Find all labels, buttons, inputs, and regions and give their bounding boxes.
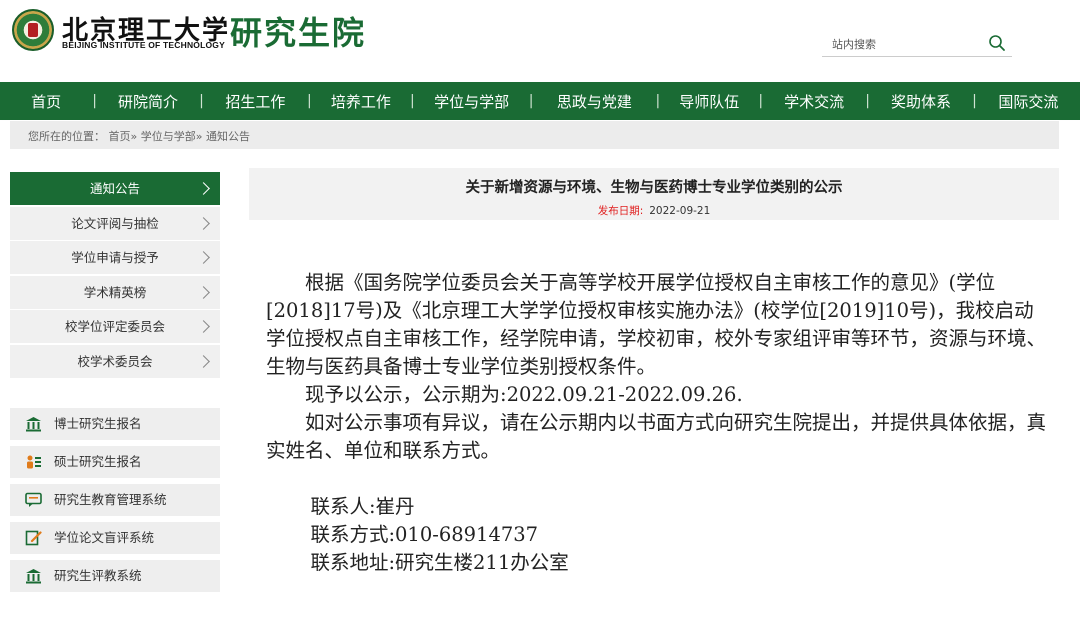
nav-item-academic-exchange[interactable]: 学术交流 — [763, 91, 865, 112]
sidebar-item-label: 学位申请与授予 — [71, 250, 159, 265]
sidebar-item-academic-committee[interactable]: 校学术委员会 — [10, 344, 220, 378]
edit-icon — [25, 530, 42, 546]
sidebar-item-thesis-review[interactable]: 论文评阅与抽检 — [10, 206, 220, 240]
contact-phone: 联系方式:010-68914737 — [310, 523, 539, 546]
system-link-blind-review[interactable]: 学位论文盲评系统 — [10, 522, 220, 554]
sidebar-item-degree-application[interactable]: 学位申请与授予 — [10, 241, 220, 274]
search-input[interactable] — [832, 34, 982, 54]
sidebar-item-label: 校学位评定委员会 — [64, 319, 165, 334]
breadcrumb: 您所在的位置： 首页» 学位与学部» 通知公告 — [10, 121, 1059, 149]
contact-person: 联系人:崔丹 — [310, 495, 415, 518]
sidebar-item-degree-committee[interactable]: 校学位评定委员会 — [10, 310, 220, 343]
department-name[interactable]: 研究生院 — [230, 8, 366, 54]
sidebar-item-label: 通知公告 — [89, 181, 140, 196]
building-icon — [26, 569, 41, 584]
sidebar-item-label: 论文评阅与抽检 — [71, 215, 159, 231]
system-link-teaching-evaluation[interactable]: 研究生评教系统 — [10, 560, 220, 592]
main-nav: 首页 | 研院简介 | 招生工作 | 培养工作 | 学位与学部 | 思政与党建 … — [0, 82, 1080, 120]
article-paragraph: 根据《国务院学位委员会关于高等学校开展学位授权自主审核工作的意见》(学位[201… — [266, 271, 1047, 378]
article-header: 关于新增资源与环境、生物与医药博士专业学位类别的公示 发布日期: 2022-09-… — [249, 168, 1059, 220]
nav-item-party[interactable]: 思政与党建 — [533, 91, 655, 112]
system-link-label: 硕士研究生报名 — [54, 454, 142, 469]
nav-item-about[interactable]: 研院简介 — [97, 91, 199, 112]
nav-item-training[interactable]: 培养工作 — [312, 91, 410, 112]
nav-item-admissions[interactable]: 招生工作 — [204, 91, 307, 112]
system-link-label: 研究生教育管理系统 — [54, 492, 167, 507]
chat-icon — [25, 492, 42, 507]
breadcrumb-path[interactable]: 首页» 学位与学部» 通知公告 — [109, 130, 250, 143]
sidebar-item-academic-elite[interactable]: 学术精英榜 — [10, 275, 220, 309]
nav-item-home[interactable]: 首页 — [0, 91, 92, 112]
nav-item-international[interactable]: 国际交流 — [977, 91, 1080, 112]
breadcrumb-prefix: 您所在的位置： — [28, 130, 105, 143]
nav-item-scholarships[interactable]: 奖助体系 — [870, 91, 972, 112]
sidebar-item-label: 学术精英榜 — [83, 284, 147, 300]
search-box — [822, 30, 1012, 57]
chevron-right-icon — [197, 182, 210, 195]
people-icon — [27, 455, 41, 469]
chevron-right-icon — [197, 251, 210, 264]
university-name-en[interactable]: BEIJING INSTITUTE OF TECHNOLOGY — [62, 40, 225, 50]
system-link-label: 博士研究生报名 — [54, 416, 142, 431]
date-value: 2022-09-21 — [649, 205, 711, 217]
nav-item-degrees[interactable]: 学位与学部 — [415, 91, 529, 112]
system-link-label: 学位论文盲评系统 — [54, 530, 155, 545]
search-icon[interactable] — [988, 34, 1006, 52]
contact-address: 联系地址:研究生楼211办公室 — [310, 551, 569, 574]
date-label: 发布日期: — [597, 205, 644, 217]
system-link-education-management[interactable]: 研究生教育管理系统 — [10, 484, 220, 516]
sidebar-item-label: 校学术委员会 — [77, 353, 153, 369]
sidebar-menu: 通知公告 论文评阅与抽检 学位申请与授予 学术精英榜 校学位评定委员会 校学术委… — [10, 172, 220, 379]
article-title: 关于新增资源与环境、生物与医药博士专业学位类别的公示 — [465, 180, 843, 196]
building-icon — [26, 417, 41, 432]
nav-item-supervisors[interactable]: 导师队伍 — [660, 91, 758, 112]
chevron-right-icon — [197, 320, 210, 333]
chevron-right-icon — [197, 285, 210, 299]
system-link-phd-registration[interactable]: 博士研究生报名 — [10, 408, 220, 440]
chevron-right-icon — [197, 216, 210, 230]
site-header: 北京理工大学 BEIJING INSTITUTE OF TECHNOLOGY 研… — [0, 0, 1080, 82]
sidebar-item-notices[interactable]: 通知公告 — [10, 172, 220, 205]
system-link-master-registration[interactable]: 硕士研究生报名 — [10, 446, 220, 478]
system-link-label: 研究生评教系统 — [54, 568, 142, 583]
chevron-right-icon — [197, 354, 210, 368]
article-paragraph: 如对公示事项有异议，请在公示期内以书面方式向研究生院提出，并提供具体依据，真实姓… — [266, 411, 1047, 462]
university-emblem-icon[interactable] — [12, 9, 54, 51]
system-links: 博士研究生报名 硕士研究生报名 研究生教育管理系统 学位论文盲评系统 研究生评教… — [10, 408, 220, 598]
article-paragraph: 现予以公示，公示期为:2022.09.21-2022.09.26. — [305, 383, 743, 406]
article-body: 根据《国务院学位委员会关于高等学校开展学位授权自主审核工作的意见》(学位[201… — [266, 269, 1052, 577]
article-date: 发布日期: 2022-09-21 — [249, 203, 1059, 218]
